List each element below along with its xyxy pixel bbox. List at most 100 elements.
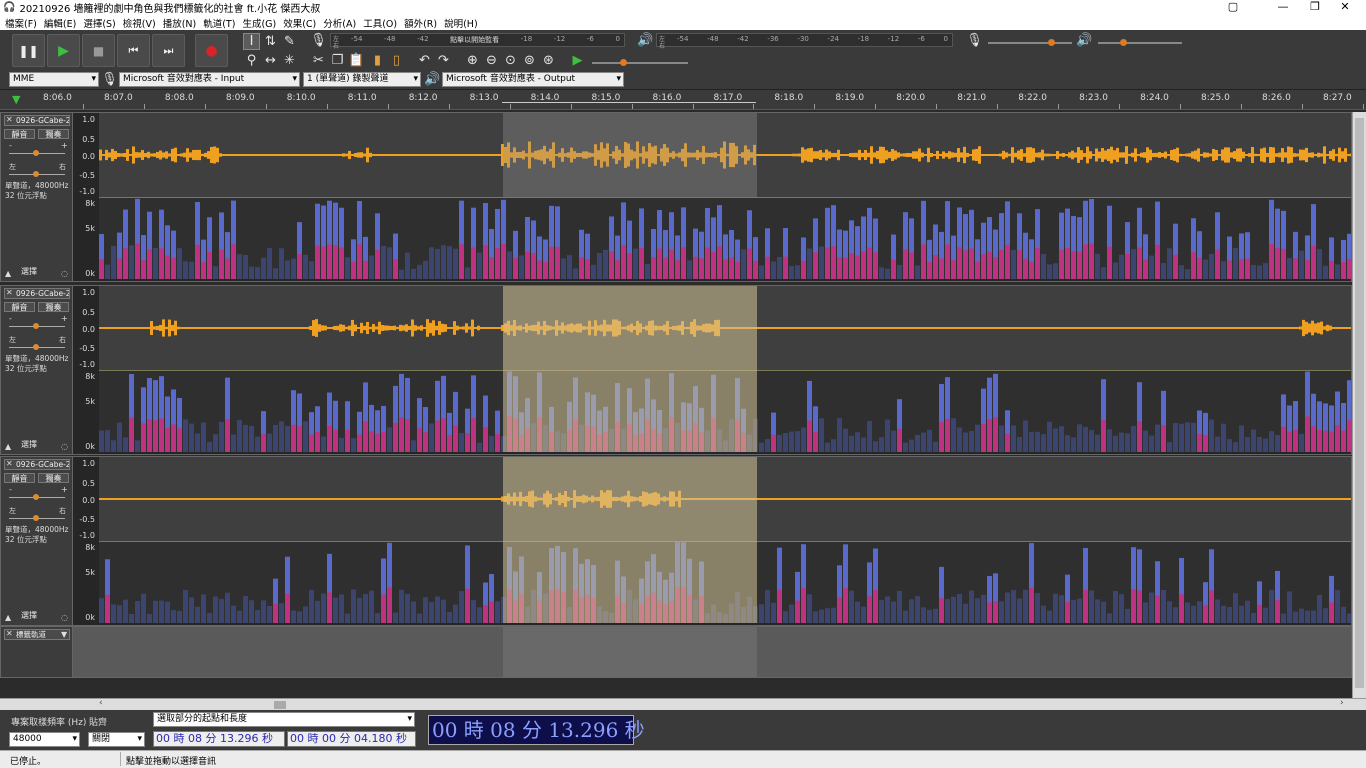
close-icon[interactable]: ✕ (6, 460, 13, 468)
envelope-tool-icon[interactable]: ⇅ (262, 33, 279, 50)
close-icon[interactable]: ✕ (6, 289, 13, 297)
scroll-right-icon[interactable]: › (1340, 698, 1344, 708)
waveform-scale[interactable]: 1.0 0.5 0.0 -0.5 -1.0 (73, 457, 99, 541)
track-menu-icon[interactable]: ▼ (61, 630, 67, 639)
restore-icon[interactable]: ▢ (1210, 0, 1256, 15)
zoom-tool-icon[interactable]: ⚲ (243, 52, 260, 69)
gain-slider[interactable] (9, 494, 65, 500)
menu-generate[interactable]: 生成(G) (242, 16, 276, 30)
speaker-icon[interactable]: 🔊 (637, 32, 654, 49)
pan-slider[interactable] (9, 344, 65, 350)
close-icon[interactable]: ✕ (6, 630, 13, 638)
snap-select[interactable]: 關閉 (88, 732, 145, 747)
track-name-button[interactable]: ✕ 0926-GCabe-2 (4, 115, 70, 126)
selection-region[interactable] (503, 286, 757, 452)
timeline-ruler[interactable]: ▼ 8:06.0 8:07.0 8:08.0 8:09.0 8:10.0 8:11.0 8:… (0, 90, 1366, 110)
channels-select[interactable]: 1 (單聲道) 錄製聲道 (303, 72, 421, 87)
vertical-scrollbar[interactable] (1352, 112, 1366, 698)
selection-start-field[interactable]: 00 時 08 分 13.296 秒 (153, 731, 285, 747)
track-name-button[interactable]: ✕ 0926-GCabe-2 (4, 288, 70, 299)
project-rate-select[interactable]: 48000 (9, 732, 80, 747)
audio-track[interactable]: ✕ 0926-GCabe-2 靜音 獨奏 - + 左 右 單聲道，48000Hz… (0, 112, 1352, 282)
spectrogram-scale[interactable]: 8k 5k 0k (73, 197, 99, 279)
selection-length-field[interactable]: 00 時 00 分 04.180 秒 (287, 731, 416, 747)
zoom-toggle-icon[interactable]: ⊛ (540, 52, 557, 69)
pause-button[interactable]: ❚❚ (12, 34, 45, 67)
redo-icon[interactable]: ↷ (435, 52, 452, 69)
close-button[interactable]: ✕ (1322, 0, 1366, 15)
record-volume-slider[interactable] (988, 39, 1072, 46)
draw-tool-icon[interactable]: ✎ (281, 33, 298, 50)
copy-icon[interactable]: ❐ (329, 52, 346, 69)
playback-meter[interactable]: 左 右 -54 -48 -42 -36 -30 -24 -18 -12 -6 0 (656, 33, 953, 50)
play-at-speed-icon[interactable]: ▶ (569, 52, 586, 69)
skip-end-button[interactable]: ⏭ (152, 34, 185, 67)
close-icon[interactable]: ✕ (6, 116, 13, 124)
multi-tool-icon[interactable]: ✳ (281, 52, 298, 69)
menu-view[interactable]: 檢視(V) (123, 16, 156, 30)
host-select[interactable]: MME (9, 72, 99, 87)
gain-slider[interactable] (9, 323, 65, 329)
waveform-scale[interactable]: 1.0 0.5 0.0 -0.5 -1.0 (73, 113, 99, 197)
select-track-button[interactable]: 選擇 (21, 266, 37, 277)
select-track-button[interactable]: 選擇 (21, 610, 37, 621)
trim-icon[interactable]: ▮ (369, 52, 386, 69)
audio-track[interactable]: ✕ 0926-GCabe-2 靜音 獨奏 - + 左 右 單聲道，48000Hz… (0, 285, 1352, 455)
spectrogram-view[interactable] (99, 197, 1351, 279)
skip-start-button[interactable]: ⏮ (117, 34, 150, 67)
audio-track[interactable]: ✕ 0926-GCabe-2 靜音 獨奏 - + 左 右 單聲道，48000Hz… (0, 456, 1352, 626)
solo-button[interactable]: 獨奏 (38, 473, 69, 483)
solo-button[interactable]: 獨奏 (38, 302, 69, 312)
fit-selection-icon[interactable]: ⊙ (502, 52, 519, 69)
play-head-icon[interactable]: ▼ (12, 93, 20, 106)
track-name-button[interactable]: ✕ 0926-GCabe-2 (4, 459, 70, 470)
menu-tracks[interactable]: 軌道(T) (203, 16, 235, 30)
scroll-left-icon[interactable]: ‹ (99, 698, 103, 708)
selection-region[interactable] (503, 457, 757, 623)
pan-slider[interactable] (9, 515, 65, 521)
play-speed-slider[interactable] (592, 59, 688, 66)
gain-slider[interactable] (9, 150, 65, 156)
menu-edit[interactable]: 編輯(E) (44, 16, 76, 30)
time-display[interactable]: 00 時 08 分 13.296 秒 (428, 715, 645, 745)
record-button[interactable]: ● (195, 34, 228, 67)
microphone-icon[interactable]: 🎙 (310, 32, 327, 49)
menu-file[interactable]: 檔案(F) (5, 16, 37, 30)
mute-button[interactable]: 靜音 (4, 302, 35, 312)
menu-help[interactable]: 說明(H) (444, 16, 478, 30)
spectrogram-scale[interactable]: 8k 5k 0k (73, 541, 99, 623)
mute-button[interactable]: 靜音 (4, 473, 35, 483)
selection-mode-select[interactable]: 選取部分的起點和長度 (153, 712, 415, 727)
menu-tools[interactable]: 工具(O) (363, 16, 397, 30)
horizontal-scrollbar[interactable]: ‹ › (0, 698, 1366, 710)
label-track[interactable]: ✕ 標籤軌道 ▼ (0, 626, 1352, 678)
pan-slider[interactable] (9, 171, 65, 177)
menu-effect[interactable]: 效果(C) (283, 16, 316, 30)
spectrogram-scale[interactable]: 8k 5k 0k (73, 370, 99, 452)
zoom-out-icon[interactable]: ⊖ (483, 52, 500, 69)
fit-project-icon[interactable]: ⊚ (521, 52, 538, 69)
collapse-icon[interactable]: ▲ (5, 442, 11, 451)
menu-select[interactable]: 選擇(S) (83, 16, 115, 30)
cut-icon[interactable]: ✂ (310, 52, 327, 69)
menu-transport[interactable]: 播放(N) (163, 16, 197, 30)
collapse-icon[interactable]: ▲ (5, 269, 11, 278)
solo-button[interactable]: 獨奏 (38, 129, 69, 139)
paste-icon[interactable]: 📋 (348, 52, 365, 69)
stop-button[interactable]: ■ (82, 34, 115, 67)
timeshift-tool-icon[interactable]: ↔ (262, 52, 279, 69)
undo-icon[interactable]: ↶ (416, 52, 433, 69)
menu-analyze[interactable]: 分析(A) (323, 16, 356, 30)
zoom-in-icon[interactable]: ⊕ (464, 52, 481, 69)
empty-track-area[interactable] (0, 680, 1352, 698)
selection-region[interactable] (503, 113, 757, 197)
selection-tool-icon[interactable]: I (243, 33, 260, 50)
waveform-scale[interactable]: 1.0 0.5 0.0 -0.5 -1.0 (73, 286, 99, 370)
select-track-button[interactable]: 選擇 (21, 439, 37, 450)
collapse-icon[interactable]: ▲ (5, 613, 11, 622)
menu-extra[interactable]: 額外(R) (404, 16, 437, 30)
play-button[interactable]: ▶ (47, 34, 80, 67)
record-meter[interactable]: 左 右 -54 -48 -42 點擊以開始監看 -18 -12 -6 0 (330, 33, 625, 50)
input-device-select[interactable]: Microsoft 音效對應表 - Input (119, 72, 300, 87)
mute-button[interactable]: 靜音 (4, 129, 35, 139)
